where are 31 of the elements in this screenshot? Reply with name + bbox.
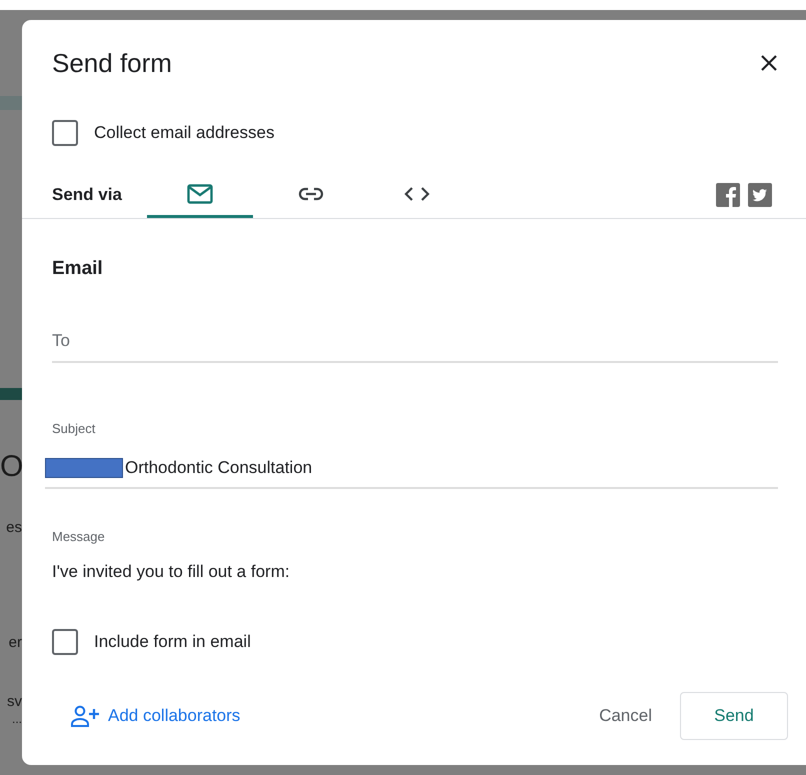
message-text: I've invited you to fill out a form: (52, 562, 290, 580)
backdrop-text: er (8, 635, 22, 650)
code-icon (403, 186, 431, 202)
section-heading: Email (51, 257, 104, 281)
checkbox[interactable] (52, 120, 78, 146)
close-icon (760, 54, 778, 72)
send-button[interactable]: Send (680, 692, 788, 740)
backdrop-bar (0, 96, 22, 110)
backdrop-text: O (0, 452, 22, 482)
backdrop-text: ... (10, 713, 22, 725)
backdrop-bar (0, 388, 22, 400)
twitter-icon[interactable] (748, 183, 772, 207)
field-label: Subject (52, 421, 96, 436)
dialog-title: Send form (52, 50, 172, 76)
add-person-icon (70, 704, 100, 726)
link-icon (298, 186, 324, 200)
cancel-button[interactable]: Cancel (593, 702, 658, 730)
backdrop-text: es (5, 520, 22, 535)
facebook-icon[interactable] (716, 183, 740, 207)
subject-text: Orthodontic Consultation (125, 457, 312, 479)
checkbox-label: Collect email addresses (94, 122, 274, 144)
send-via-label: Send via (52, 184, 123, 206)
checkbox-label: Include form in email (94, 630, 251, 653)
subject-field[interactable]: Orthodontic Consultation (45, 455, 778, 488)
to-field[interactable]: To (52, 328, 778, 363)
mail-icon (187, 184, 213, 204)
close-button[interactable] (760, 54, 778, 72)
checkbox[interactable] (52, 628, 78, 654)
field-label: Message (52, 528, 105, 544)
add-collaborators-link[interactable]: Add collaborators (70, 702, 240, 728)
backdrop-text: sv (6, 694, 22, 709)
